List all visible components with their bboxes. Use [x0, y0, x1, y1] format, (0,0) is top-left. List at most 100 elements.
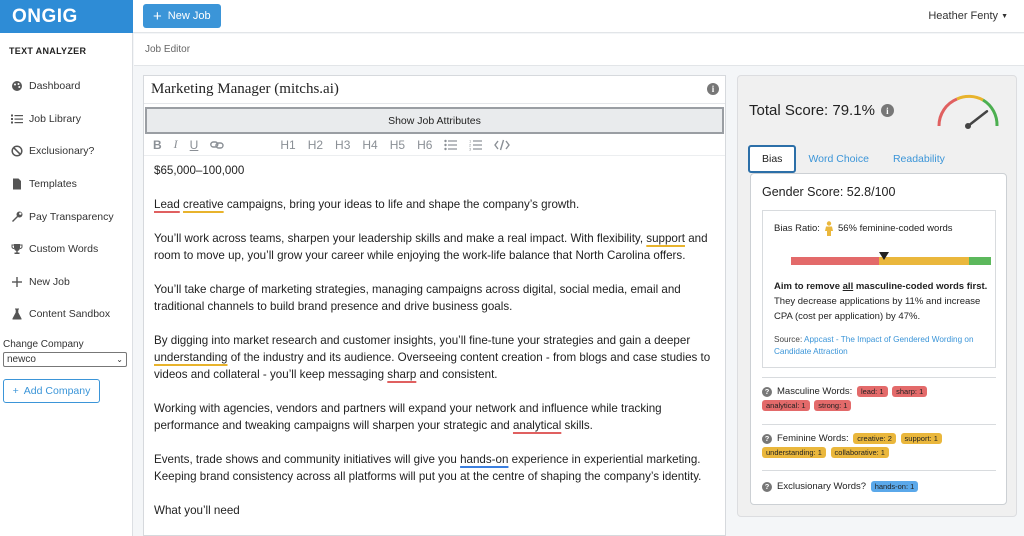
- sidebar-item-label: Content Sandbox: [29, 308, 111, 321]
- paragraph: Events, trade shows and community initia…: [154, 453, 702, 483]
- user-name: Heather Fenty: [928, 10, 999, 22]
- heading-1-button[interactable]: H1: [280, 138, 295, 152]
- italic-button[interactable]: I: [174, 137, 178, 152]
- code-icon[interactable]: [494, 139, 511, 151]
- sidebar-item-label: Dashboard: [29, 80, 81, 93]
- list-icon: [10, 112, 23, 125]
- new-job-button[interactable]: + New Job: [143, 4, 221, 28]
- exclusionary-chip[interactable]: hands-on: 1: [870, 481, 919, 492]
- link-icon[interactable]: [210, 139, 225, 151]
- flask-icon: [10, 308, 23, 321]
- bold-button[interactable]: B: [153, 138, 162, 152]
- paragraph: You’ll work across teams, sharpen your l…: [154, 232, 708, 262]
- feminine-chip[interactable]: support: 1: [900, 433, 942, 444]
- feminine-word[interactable]: understanding: [154, 351, 228, 364]
- paragraph: Working with agencies, vendors and partn…: [154, 402, 662, 432]
- chevron-down-icon: ⌄: [116, 354, 123, 364]
- tab-word-choice[interactable]: Word Choice: [796, 145, 881, 173]
- masculine-word[interactable]: analytical: [513, 419, 561, 432]
- bias-ratio-label: Bias Ratio:: [774, 223, 820, 234]
- help-icon[interactable]: ?: [762, 481, 772, 492]
- company-select-value: newco: [7, 353, 36, 365]
- heading-5-button[interactable]: H5: [390, 138, 405, 152]
- page-title: Job Editor: [145, 44, 191, 55]
- bias-ratio-box: Bias Ratio: 56% feminine-coded words Aim…: [762, 210, 996, 368]
- source-link[interactable]: Appcast - The Impact of Gendered Wording…: [774, 335, 974, 356]
- job-description[interactable]: $65,000–100,000 Lead creative campaigns,…: [144, 156, 725, 519]
- numbered-list-icon[interactable]: 123: [469, 139, 483, 151]
- feminine-chip[interactable]: creative: 2: [853, 433, 896, 444]
- exclusionary-words-row: ? Exclusionary Words? hands-on: 1: [762, 470, 996, 500]
- gender-score-card: Gender Score: 52.8/100 Bias Ratio: 56% f…: [750, 173, 1007, 505]
- sidebar-item-content-sandbox[interactable]: Content Sandbox: [0, 298, 132, 331]
- sidebar-item-label: New Job: [29, 275, 70, 288]
- bullet-list-icon[interactable]: [444, 139, 458, 151]
- show-job-attributes-button[interactable]: Show Job Attributes: [145, 107, 724, 134]
- job-title[interactable]: Marketing Manager (mitchs.ai) i: [144, 76, 725, 104]
- sidebar-item-templates[interactable]: Templates: [0, 168, 132, 201]
- company-select[interactable]: newco ⌄: [3, 351, 127, 367]
- masculine-segment: [791, 257, 879, 265]
- heading-4-button[interactable]: H4: [362, 138, 377, 152]
- masculine-word[interactable]: sharp: [387, 368, 416, 381]
- masculine-chip[interactable]: strong: 1: [814, 400, 852, 412]
- help-icon[interactable]: ?: [762, 433, 772, 444]
- palette-icon: [10, 80, 23, 93]
- masculine-words-label: Masculine Words:: [777, 386, 853, 398]
- gender-score: Gender Score: 52.8/100: [762, 185, 896, 199]
- help-icon[interactable]: ?: [762, 386, 772, 397]
- advice-text: Aim to remove all masculine-coded words …: [774, 281, 988, 322]
- feminine-chip[interactable]: collaborative: 1: [830, 447, 889, 459]
- feminine-word[interactable]: creative: [183, 198, 224, 211]
- info-icon[interactable]: i: [880, 104, 894, 117]
- change-company-label: Change Company: [3, 338, 84, 350]
- sidebar-item-dashboard[interactable]: Dashboard: [0, 70, 132, 103]
- exclusionary-word[interactable]: hands-on: [460, 453, 508, 466]
- plus-icon: [10, 275, 23, 288]
- info-icon[interactable]: i: [707, 83, 719, 95]
- paragraph: Lead creative campaigns, bring your idea…: [154, 198, 580, 211]
- job-title-text: Marketing Manager (mitchs.ai): [151, 81, 339, 97]
- topbar: + New Job Heather Fenty ▼: [133, 0, 1024, 33]
- sidebar-item-label: Exclusionary?: [29, 145, 95, 158]
- user-menu[interactable]: Heather Fenty ▼: [928, 10, 1008, 22]
- caret-down-icon: ▼: [1001, 12, 1008, 20]
- score-gauge: [937, 94, 999, 129]
- sidebar-item-pay-transparency[interactable]: Pay Transparency: [0, 200, 132, 233]
- feminine-word[interactable]: support: [646, 232, 685, 245]
- sidebar-item-label: Custom Words: [29, 243, 99, 256]
- feminine-chip[interactable]: understanding: 1: [762, 447, 826, 459]
- tab-bias[interactable]: Bias: [748, 145, 797, 173]
- sidebar-item-new-job[interactable]: New Job: [0, 266, 132, 299]
- heading-6-button[interactable]: H6: [417, 138, 432, 152]
- masculine-word[interactable]: Lead: [154, 198, 180, 211]
- person-icon: [824, 221, 833, 236]
- masculine-chip[interactable]: analytical: 1: [762, 400, 810, 412]
- logo[interactable]: ONGIG: [12, 6, 78, 28]
- salary-text: $65,000–100,000: [154, 164, 245, 177]
- heading-2-button[interactable]: H2: [308, 138, 323, 152]
- source-text: Source: Appcast - The Impact of Gendered…: [774, 335, 974, 356]
- new-job-label: New Job: [167, 10, 211, 22]
- bias-ratio-value: 56% feminine-coded words: [837, 223, 953, 234]
- score-tabs: Bias Word Choice Readability: [748, 145, 957, 173]
- masculine-chip[interactable]: sharp: 1: [892, 386, 928, 397]
- ban-icon: [10, 145, 23, 158]
- add-company-label: Add Company: [23, 384, 91, 397]
- tab-readability[interactable]: Readability: [881, 145, 957, 173]
- bias-ratio-bar: [791, 257, 991, 265]
- job-editor: Marketing Manager (mitchs.ai) i Show Job…: [143, 75, 726, 536]
- bias-ratio: Bias Ratio: 56% feminine-coded words: [774, 221, 953, 236]
- svg-text:3: 3: [469, 146, 472, 151]
- heading-3-button[interactable]: H3: [335, 138, 350, 152]
- add-company-button[interactable]: + Add Company: [3, 378, 100, 403]
- paragraph: What you’ll need: [154, 504, 240, 517]
- masculine-chip[interactable]: lead: 1: [856, 386, 888, 397]
- sidebar-item-job-library[interactable]: Job Library: [0, 103, 132, 136]
- sidebar-heading: TEXT ANALYZER: [9, 46, 87, 56]
- masculine-words-row: ? Masculine Words: lead: 1 sharp: 1 analy…: [762, 377, 996, 425]
- total-score-label: Total Score: 79.1%: [749, 102, 875, 119]
- sidebar-item-custom-words[interactable]: Custom Words: [0, 233, 132, 266]
- sidebar-item-exclusionary[interactable]: Exclusionary?: [0, 135, 132, 168]
- underline-button[interactable]: U: [190, 138, 199, 152]
